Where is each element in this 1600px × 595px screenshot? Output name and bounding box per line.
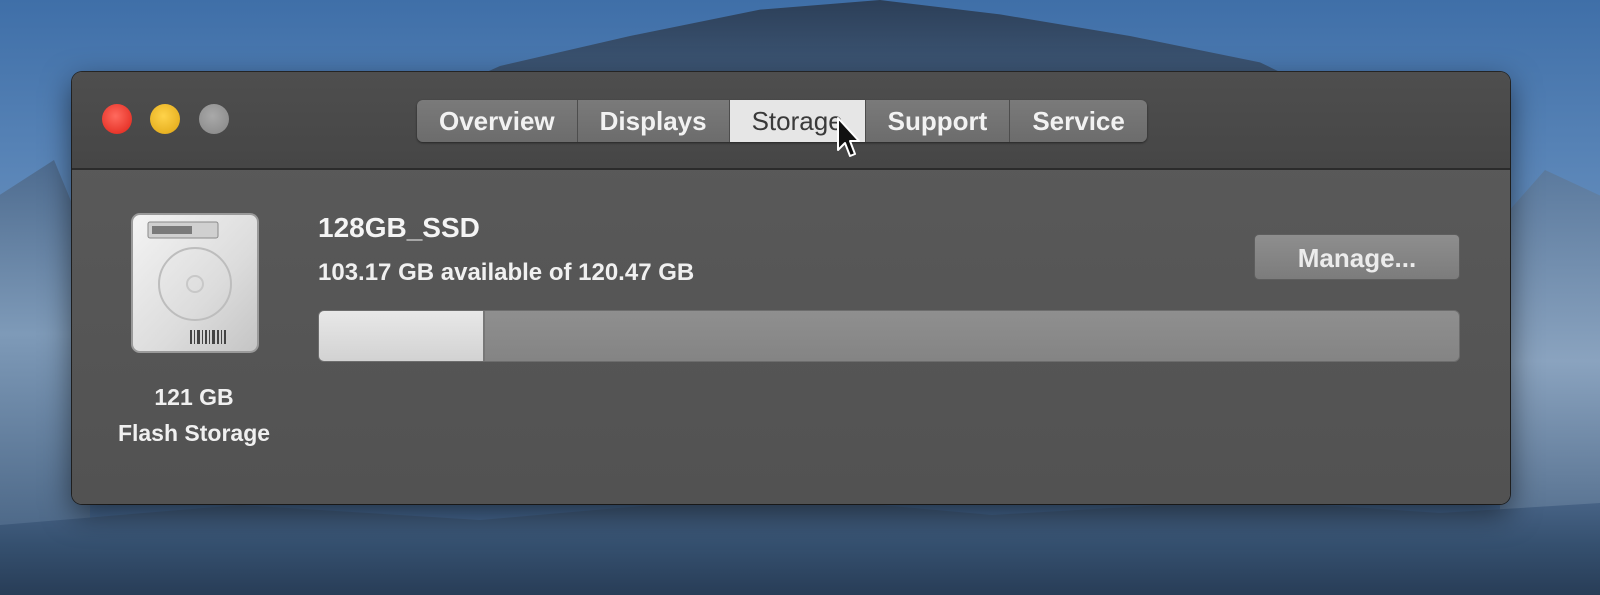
wallpaper-mountain-bottom (0, 495, 1600, 595)
hard-drive-icon (131, 213, 259, 353)
drive-type: Flash Storage (117, 420, 271, 446)
tab-overview[interactable]: Overview (417, 100, 578, 142)
storage-usage-bar (318, 310, 1460, 362)
tab-displays[interactable]: Displays (577, 100, 730, 142)
manage-button[interactable]: Manage... (1254, 234, 1460, 280)
volume-name: 128GB_SSD (318, 212, 480, 243)
drive-capacity: 121 GB (154, 384, 234, 410)
tab-service[interactable]: Service (1010, 100, 1147, 142)
about-this-mac-window: Overview Displays Storage Support Servic… (72, 72, 1510, 504)
tab-support[interactable]: Support (865, 100, 1011, 142)
title-bar: Overview Displays Storage Support Servic… (72, 72, 1510, 170)
volume-availability: 103.17 GB available of 120.47 GB (318, 259, 695, 286)
close-button[interactable] (102, 104, 132, 134)
storage-usage-fill (319, 311, 486, 361)
minimize-button[interactable] (150, 104, 180, 134)
tab-bar: Overview Displays Storage Support Servic… (417, 100, 1147, 142)
mouse-pointer-icon (837, 117, 860, 157)
zoom-button[interactable] (199, 104, 229, 134)
wallpaper-mountain-right (1500, 170, 1600, 595)
